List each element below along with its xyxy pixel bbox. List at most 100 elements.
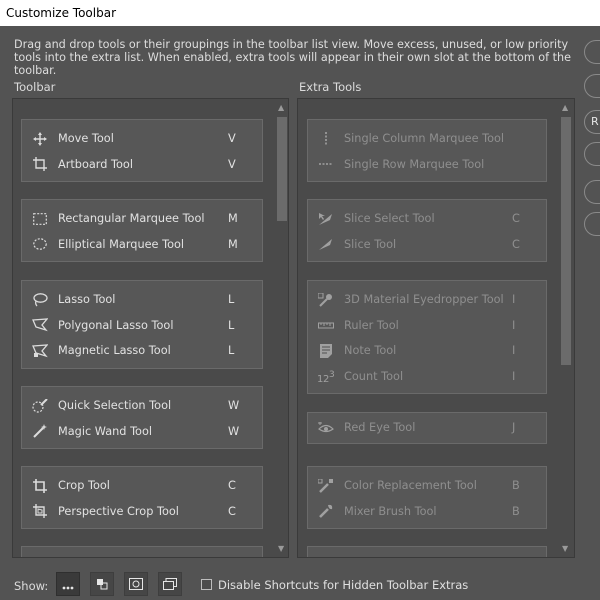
tool-shortcut: B [512,479,520,493]
extra-tools-list-panel[interactable]: Single Column Marquee Tool Single Row Ma… [297,98,575,558]
tool-item[interactable]: Magnetic Lasso Tool L [22,338,262,364]
move-icon [22,131,58,146]
tool-shortcut: W [228,424,240,438]
disable-shortcuts-label: Disable Shortcuts for Hidden Toolbar Ext… [218,578,469,592]
tool-item[interactable]: Move Tool V [22,126,262,152]
toolbar-list-panel[interactable]: Move Tool V Artboard Tool V Rectangular … [12,98,289,558]
lasso-icon [22,292,58,307]
toolbar-group[interactable]: Move Tool V Artboard Tool V [21,119,263,183]
tool-item[interactable]: Artboard Tool V [22,152,262,178]
more-icon [62,575,74,594]
screen-mode-icon [129,575,143,594]
tool-name: Slice Select Tool [344,212,435,226]
tool-item[interactable]: Single Column Marquee Tool [308,126,546,152]
tool-shortcut: L [228,318,235,332]
disable-shortcuts-checkbox[interactable] [201,579,212,590]
reset-button-label: R [591,115,599,128]
tool-name: Magnetic Lasso Tool [58,344,171,358]
dialog-button[interactable] [584,40,600,64]
dialog-button[interactable] [584,212,600,236]
tool-item[interactable]: Crop Tool C [22,473,262,499]
scrollbar-thumb[interactable] [561,117,571,365]
tool-name: Single Column Marquee Tool [344,132,505,146]
scrollbar-thumb[interactable] [277,117,287,221]
toolbar-group[interactable]: Crop Tool C Perspective Crop Tool C [21,466,263,530]
dialog-button[interactable] [584,74,600,98]
artboard-icon [22,157,58,172]
toolbar-group[interactable]: Quick Selection Tool W Magic Wand Tool W [21,386,263,450]
tool-item[interactable]: Lasso Tool L [22,287,262,313]
tool-item[interactable]: Rectangular Marquee Tool M [22,206,262,232]
toolbar-group[interactable] [21,546,263,557]
tool-item[interactable]: 3D Material Eyedropper Tool I [308,287,546,313]
tool-shortcut: M [228,212,238,226]
extra-group[interactable]: Red Eye Tool J [307,412,547,444]
slice-select-icon [308,212,344,226]
tool-item[interactable]: 123 Count Tool I [308,364,546,390]
count-icon: 123 [308,370,344,384]
tool-item[interactable]: Perspective Crop Tool C [22,499,262,525]
tool-name: Polygonal Lasso Tool [58,318,174,332]
tool-shortcut: W [228,399,240,413]
quick-mask-button[interactable] [124,572,148,596]
tool-item[interactable]: Color Replacement Tool B [308,473,546,499]
tool-item[interactable]: Polygonal Lasso Tool L [22,313,262,339]
tool-item[interactable]: Slice Tool C [308,232,546,258]
tool-item[interactable]: Single Row Marquee Tool [308,152,546,178]
window-title: Customize Toolbar [0,0,600,26]
tool-name: Quick Selection Tool [58,399,172,413]
extra-group[interactable] [307,546,547,557]
tool-name: 3D Material Eyedropper Tool [344,293,504,307]
svg-text:3: 3 [329,370,335,380]
extra-group[interactable]: Color Replacement Tool B Mixer Brush Too… [307,466,547,530]
tool-name: Elliptical Marquee Tool [58,237,185,251]
chevron-up-icon[interactable]: ▲ [278,103,284,112]
tool-shortcut: J [512,421,516,435]
toolbar-scrollbar[interactable]: ▲ ▼ [277,103,287,553]
tool-item[interactable]: Red Eye Tool J [308,415,546,441]
chevron-down-icon[interactable]: ▼ [562,544,568,553]
extra-group[interactable]: 3D Material Eyedropper Tool I Ruler Tool… [307,280,547,395]
extra-group[interactable]: Slice Select Tool C Slice Tool C [307,199,547,263]
dialog-button[interactable] [584,142,600,166]
tool-shortcut: M [228,237,238,251]
screen-mode-button[interactable] [158,572,182,596]
chevron-up-icon[interactable]: ▲ [562,103,568,112]
reset-button[interactable]: R [584,110,600,134]
extra-tools-scrollbar[interactable]: ▲ ▼ [561,103,571,553]
tool-item[interactable]: Quick Selection Tool W [22,393,262,419]
chevron-down-icon[interactable]: ▼ [278,544,284,553]
toolbar-column-label: Toolbar [14,80,56,94]
tool-item[interactable]: Mixer Brush Tool B [308,499,546,525]
show-label: Show: [14,579,49,593]
eyedropper-3d-icon [308,292,344,307]
tool-item[interactable]: Magic Wand Tool W [22,419,262,445]
color-replacement-icon [308,478,344,493]
foreground-background-button[interactable] [90,572,114,596]
tool-shortcut: C [512,212,520,226]
show-options-bar: Show: Disable Shortcuts for Hidden Toolb… [0,568,600,600]
tool-item[interactable]: Slice Select Tool C [308,206,546,232]
screen-window-icon [163,575,177,594]
description-text: Drag and drop tools or their groupings i… [14,38,571,77]
tool-name: Red Eye Tool [344,421,416,435]
toolbar-group[interactable]: Lasso Tool L Polygonal Lasso Tool L Magn… [21,280,263,369]
tool-name: Perspective Crop Tool [58,504,179,518]
toolbar-group[interactable]: Rectangular Marquee Tool M Elliptical Ma… [21,199,263,263]
tool-name: Mixer Brush Tool [344,504,437,518]
more-button[interactable] [56,572,80,596]
tool-shortcut: I [512,370,516,384]
tool-item[interactable]: Note Tool I [308,338,546,364]
stack-icon [96,575,108,594]
dialog-button[interactable] [584,180,600,204]
tool-shortcut: I [512,318,516,332]
tool-name: Magic Wand Tool [58,424,153,438]
magic-wand-icon [22,424,58,439]
tool-shortcut: B [512,504,520,518]
magnetic-lasso-icon [22,344,58,358]
tool-item[interactable]: Ruler Tool I [308,313,546,339]
tool-name: Note Tool [344,344,397,358]
tool-shortcut: C [512,237,520,251]
tool-item[interactable]: Elliptical Marquee Tool M [22,232,262,258]
extra-group[interactable]: Single Column Marquee Tool Single Row Ma… [307,119,547,183]
